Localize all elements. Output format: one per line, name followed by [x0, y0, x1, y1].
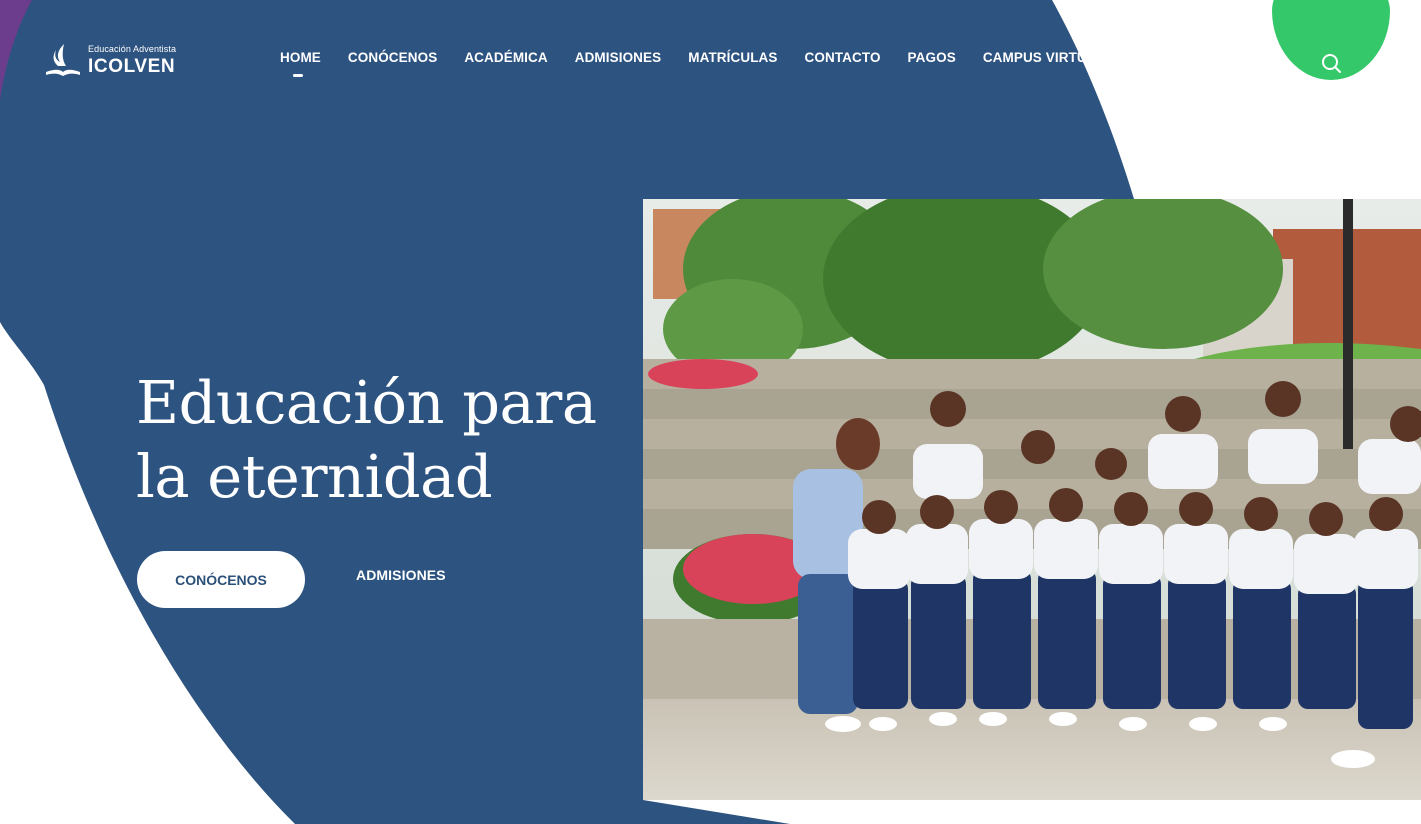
hero-title-line-1: Educación para	[136, 368, 597, 437]
nav-academica[interactable]: ACADÉMICA	[464, 50, 547, 65]
nav-admisiones[interactable]: ADMISIONES	[575, 50, 662, 65]
adventist-logo-icon	[46, 44, 80, 76]
account-icon[interactable]	[1280, 50, 1296, 76]
conocenos-button[interactable]: CONÓCENOS	[137, 551, 305, 608]
brand-subtitle: Educación Adventista	[88, 43, 177, 54]
nav-contacto[interactable]: CONTACTO	[805, 50, 881, 65]
nav-matriculas[interactable]: MATRÍCULAS	[688, 50, 777, 65]
nav-conocenos[interactable]: CONÓCENOS	[348, 50, 437, 65]
main-nav: HOME CONÓCENOS ACADÉMICA ADMISIONES MATR…	[280, 50, 1154, 77]
hero-title-line-2: la eternidad	[136, 442, 493, 511]
hero-photo	[643, 199, 1421, 800]
nav-campus-virtual[interactable]: CAMPUS VIRTUAL SINTIA	[983, 50, 1154, 65]
nav-pagos[interactable]: PAGOS	[908, 50, 956, 65]
hero-photo-image	[643, 199, 1421, 800]
brand-logo[interactable]: Educación Adventista ICOLVEN	[44, 42, 176, 78]
nav-home[interactable]: HOME	[280, 50, 321, 77]
admisiones-link[interactable]: ADMISIONES	[356, 567, 446, 583]
search-icon[interactable]	[1318, 50, 1344, 76]
hero-title: Educación para la eternidad	[136, 366, 636, 514]
brand-name: ICOLVEN	[88, 55, 176, 77]
